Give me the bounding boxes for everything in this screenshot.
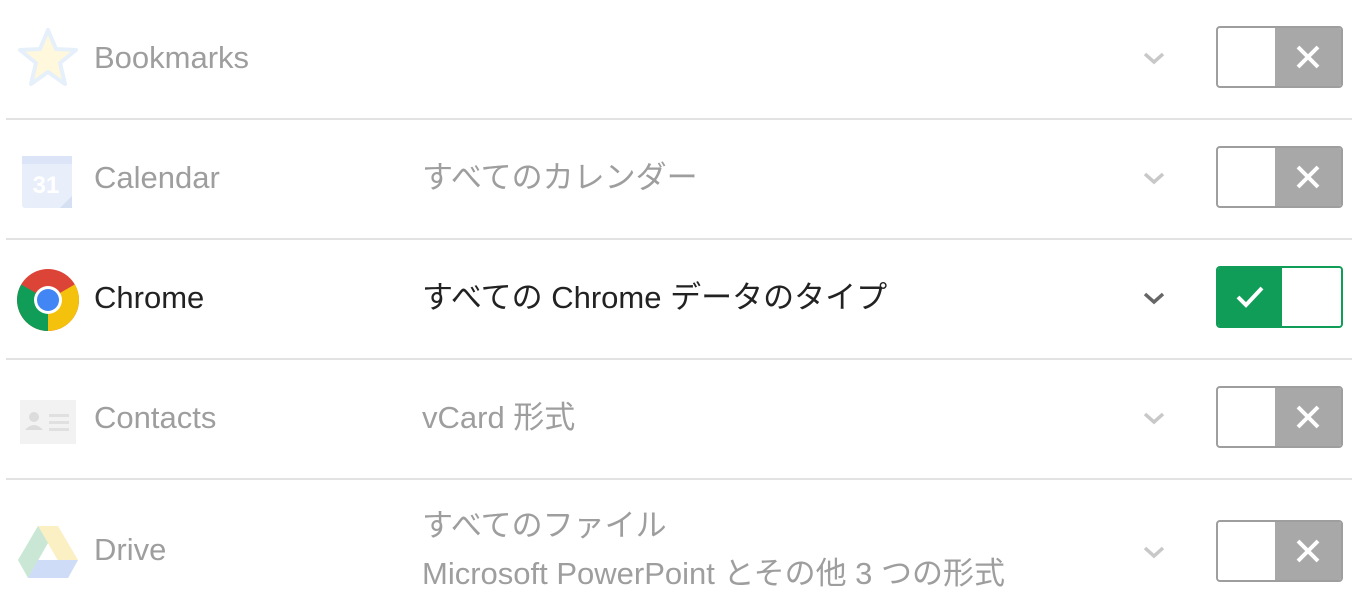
toggle-chrome[interactable] — [1216, 266, 1343, 328]
calendar-icon: 31 — [16, 150, 80, 214]
list-item-drive: Drive すべてのファイル Microsoft PowerPoint とその他… — [6, 480, 1352, 610]
row-name: Bookmarks — [94, 40, 250, 75]
checkmark-icon — [1218, 268, 1282, 326]
row-description-line-2: Microsoft PowerPoint とその他 3 つの形式 — [422, 556, 1006, 591]
chevron-down-icon[interactable] — [1139, 408, 1169, 428]
list-item-calendar: 31 Calendar すべてのカレンダー — [6, 120, 1352, 240]
list-item-bookmarks: Bookmarks — [6, 0, 1352, 120]
chevron-down-icon[interactable] — [1139, 168, 1169, 188]
chevron-down-icon[interactable] — [1139, 288, 1169, 308]
row-description: すべての Chrome データのタイプ — [422, 280, 888, 315]
toggle-calendar[interactable] — [1216, 146, 1343, 208]
row-description: すべてのカレンダー — [422, 160, 698, 195]
close-icon — [1275, 148, 1341, 206]
close-icon — [1275, 388, 1341, 446]
star-icon — [16, 26, 80, 90]
close-icon — [1275, 522, 1341, 580]
chrome-icon — [16, 268, 80, 332]
row-name: Contacts — [94, 400, 217, 435]
close-icon — [1275, 28, 1341, 86]
drive-icon — [16, 520, 80, 584]
chevron-down-icon[interactable] — [1139, 542, 1169, 562]
list-item-chrome: Chrome すべての Chrome データのタイプ — [6, 240, 1352, 360]
list-item-contacts: Contacts vCard 形式 — [6, 360, 1352, 480]
toggle-bookmarks[interactable] — [1216, 26, 1343, 88]
row-name: Calendar — [94, 160, 220, 195]
row-name: Drive — [94, 532, 167, 567]
row-description: vCard 形式 — [422, 400, 576, 435]
row-name: Chrome — [94, 280, 205, 315]
calendar-day-text: 31 — [33, 172, 60, 199]
chevron-down-icon[interactable] — [1139, 48, 1169, 68]
toggle-drive[interactable] — [1216, 520, 1343, 582]
row-description-line-1: すべてのファイル — [422, 508, 667, 543]
toggle-contacts[interactable] — [1216, 386, 1343, 448]
contacts-icon — [16, 390, 80, 454]
